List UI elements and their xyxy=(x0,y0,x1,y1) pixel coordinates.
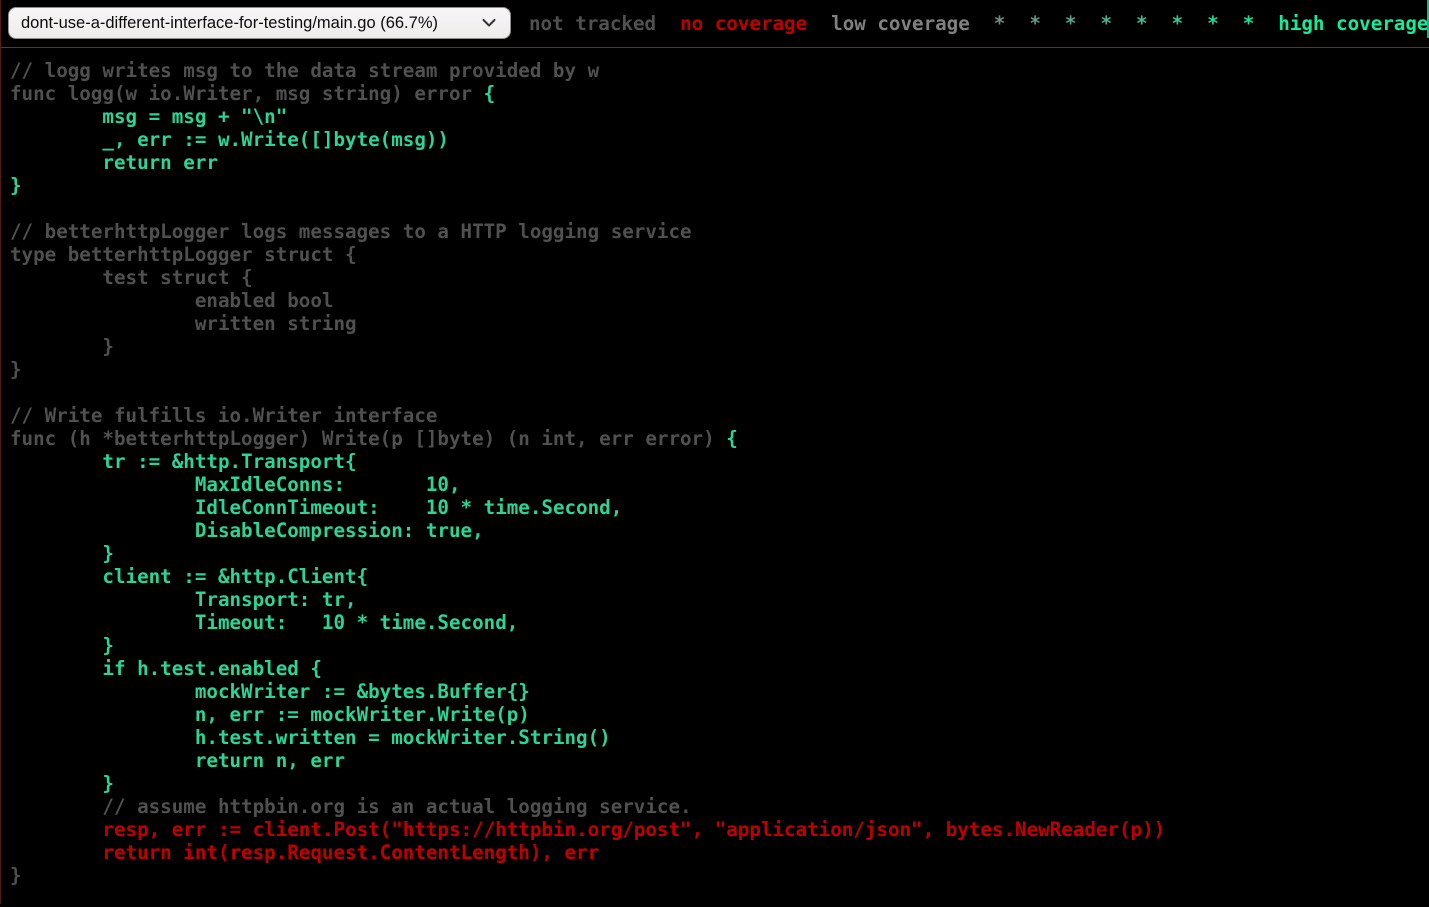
legend-item: * xyxy=(1065,12,1077,35)
code-line: } xyxy=(10,772,114,795)
code-line: } xyxy=(10,335,114,358)
legend-item: high coverage xyxy=(1278,12,1428,35)
legend-item: not tracked xyxy=(529,12,656,35)
code-line: } xyxy=(10,542,114,565)
code-line: Transport: tr, xyxy=(10,588,357,611)
code-line: test struct { xyxy=(10,266,253,289)
legend-item: * xyxy=(1172,12,1184,35)
left-edge-artifact xyxy=(0,0,1,904)
code-line: // logg writes msg to the data stream pr… xyxy=(10,59,599,82)
code-line: return n, err xyxy=(10,749,345,772)
chevron-down-icon xyxy=(482,19,496,27)
code-line: } xyxy=(10,634,114,657)
code-line: } xyxy=(10,174,22,197)
code-line: } xyxy=(10,864,22,887)
legend-item: * xyxy=(1243,12,1255,35)
code-line: if h.test.enabled { xyxy=(10,657,322,680)
code-line: MaxIdleConns: 10, xyxy=(10,473,461,496)
code-line: // betterhttpLogger logs messages to a H… xyxy=(10,220,692,243)
legend-item: * xyxy=(994,12,1006,35)
code-line: tr := &http.Transport{ xyxy=(10,450,357,473)
code-line: // assume httpbin.org is an actual loggi… xyxy=(10,795,692,818)
code-line: enabled bool xyxy=(10,289,333,312)
file-selector[interactable]: dont-use-a-different-interface-for-testi… xyxy=(8,7,511,39)
code-line: // Write fulfills io.Writer interface xyxy=(10,404,437,427)
legend-item: * xyxy=(1029,12,1041,35)
file-selector-label: dont-use-a-different-interface-for-testi… xyxy=(21,14,474,33)
coverage-legend: not tracked no coverage low coverage * * * * * *… xyxy=(529,0,1428,47)
code-line: func logg(w io.Writer, msg string) error… xyxy=(10,82,495,105)
code-line: return err xyxy=(10,151,218,174)
legend-item: * xyxy=(1207,12,1219,35)
code-line: n, err := mockWriter.Write(p) xyxy=(10,703,530,726)
source-code: // logg writes msg to the data stream pr… xyxy=(0,48,1429,907)
code-line: client := &http.Client{ xyxy=(10,565,368,588)
code-line: return int(resp.Request.ContentLength), … xyxy=(10,841,599,864)
legend-item: low coverage xyxy=(831,12,970,35)
topbar: dont-use-a-different-interface-for-testi… xyxy=(0,0,1429,48)
code-line: IdleConnTimeout: 10 * time.Second, xyxy=(10,496,622,519)
code-line: written string xyxy=(10,312,357,335)
code-line: msg = msg + "\n" xyxy=(10,105,287,128)
legend-item: * xyxy=(1100,12,1112,35)
code-line: DisableCompression: true, xyxy=(10,519,484,542)
code-line: h.test.written = mockWriter.String() xyxy=(10,726,611,749)
code-line: func (h *betterhttpLogger) Write(p []byt… xyxy=(10,427,738,450)
code-line: resp, err := client.Post("https://httpbi… xyxy=(10,818,1165,841)
code-line: _, err := w.Write([]byte(msg)) xyxy=(10,128,449,151)
code-line: Timeout: 10 * time.Second, xyxy=(10,611,518,634)
legend-item: no coverage xyxy=(680,12,807,35)
code-line: type betterhttpLogger struct { xyxy=(10,243,357,266)
legend-item: * xyxy=(1136,12,1148,35)
code-line: mockWriter := &bytes.Buffer{} xyxy=(10,680,530,703)
code-line: } xyxy=(10,358,22,381)
